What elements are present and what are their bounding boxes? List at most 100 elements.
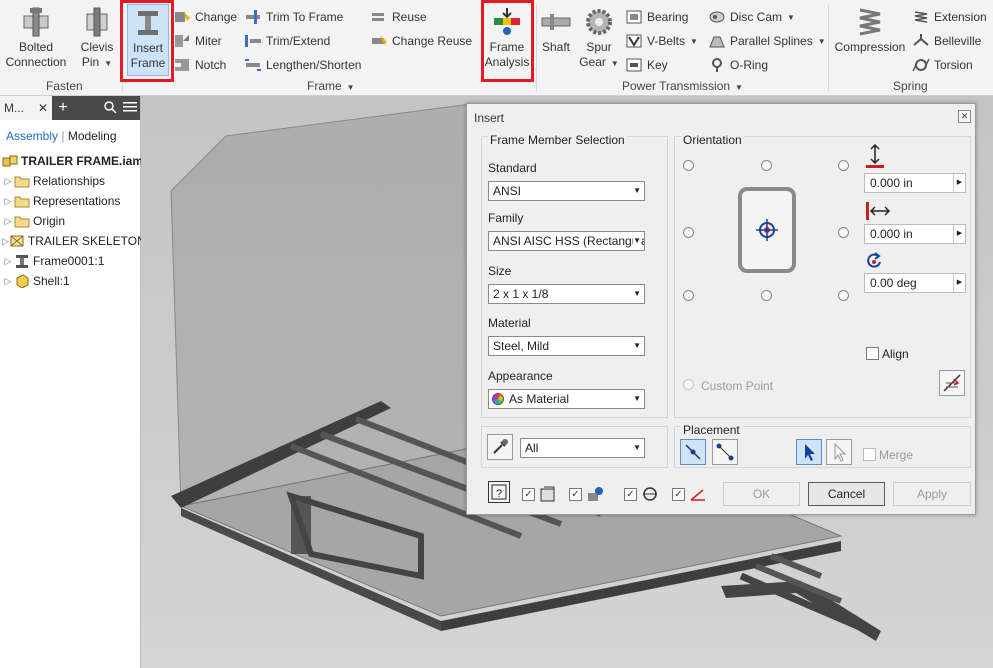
torsion-spring-icon (912, 57, 930, 73)
merge-checkbox[interactable] (863, 448, 876, 461)
select-arrow-button[interactable] (796, 439, 822, 465)
oring-button[interactable]: O-Ring (708, 55, 768, 75)
mirror-profile-button[interactable] (939, 370, 965, 396)
parallel-splines-label: Parallel Splines (730, 34, 813, 48)
tree-item-relationships[interactable]: ▷ Relationships (2, 171, 140, 191)
spinner-arrow-icon[interactable]: ▶ (953, 174, 965, 192)
tree-item-frame[interactable]: ▷ Frame0001:1 (2, 251, 140, 271)
belleville-spring-icon (912, 33, 930, 49)
material-select[interactable]: Steel, Mild ▼ (488, 336, 645, 356)
orientation-radio-bottom-right[interactable] (838, 290, 849, 301)
orientation-radio-top-left[interactable] (683, 160, 694, 171)
belleville-label: Belleville (934, 34, 982, 48)
trim-to-frame-label: Trim To Frame (266, 10, 344, 24)
ok-button[interactable]: OK (723, 482, 800, 506)
appearance-select[interactable]: As Material ▼ (488, 389, 645, 409)
tree-item-label: Frame0001:1 (33, 254, 105, 268)
compression-button[interactable]: Compression (832, 6, 908, 55)
disc-cam-label: Disc Cam (730, 10, 783, 24)
trim-extend-icon (244, 33, 262, 49)
clevis-pin-button[interactable]: Clevis Pin ▼ (72, 6, 122, 71)
apply-button[interactable]: Apply (893, 482, 971, 506)
spinner-arrow-icon[interactable]: ▶ (953, 274, 965, 292)
tree-item-representations[interactable]: ▷ Representations (2, 191, 140, 211)
tree-item-skeleton[interactable]: ▷ TRAILER SKELETON: (2, 231, 149, 251)
selection-filter-select[interactable]: All ▼ (520, 438, 645, 458)
change-reuse-button[interactable]: Change Reuse (370, 31, 472, 51)
clevis-pin-icon (81, 6, 113, 38)
bolted-connection-button[interactable]: Bolted Connection (4, 6, 68, 70)
orientation-radio-bottom-center[interactable] (761, 290, 772, 301)
chevron-down-icon: ▼ (633, 232, 641, 250)
parallel-splines-icon (708, 33, 726, 49)
trim-to-frame-button[interactable]: Trim To Frame (244, 7, 343, 27)
compression-label: Compression (834, 40, 906, 54)
trim-extend-label: Trim/Extend (266, 34, 331, 48)
close-icon[interactable]: ✕ (38, 101, 48, 115)
parallel-splines-button[interactable]: Parallel Splines ▼ (708, 31, 826, 51)
orientation-radio-mid-left[interactable] (683, 227, 694, 238)
dialog-close-button[interactable]: ✕ (958, 110, 971, 123)
align-checkbox[interactable] (866, 347, 879, 360)
tree-root[interactable]: TRAILER FRAME.iam (2, 151, 143, 171)
vbelts-button[interactable]: V-Belts ▼ (625, 31, 698, 51)
shaft-button[interactable]: Shaft (538, 6, 574, 55)
option-checkbox-3[interactable]: ✓ (624, 488, 637, 501)
edge-placement-button[interactable] (680, 439, 706, 465)
points-placement-button[interactable] (712, 439, 738, 465)
expand-icon[interactable]: ▷ (2, 196, 14, 207)
select-arrow-secondary-button[interactable] (826, 439, 852, 465)
bearing-button[interactable]: Bearing (625, 7, 688, 27)
expand-icon[interactable]: ▷ (2, 176, 14, 187)
tree-item-origin[interactable]: ▷ Origin (2, 211, 140, 231)
horizontal-offset-field[interactable]: 0.000 in ▶ (864, 224, 966, 244)
family-select[interactable]: ANSI AISC HSS (Rectangula ▼ (488, 231, 645, 251)
expand-icon[interactable]: ▷ (2, 256, 14, 267)
rotation-field[interactable]: 0.00 deg ▶ (864, 273, 966, 293)
option-checkbox-1[interactable]: ✓ (522, 488, 535, 501)
select-eyedropper-button[interactable] (487, 434, 513, 460)
key-button[interactable]: Key (625, 55, 668, 75)
rotation-icon (865, 251, 883, 272)
option-checkbox-2[interactable]: ✓ (569, 488, 582, 501)
vertical-offset-field[interactable]: 0.000 in ▶ (864, 173, 966, 193)
miter-button[interactable]: Miter (173, 31, 222, 51)
change-button[interactable]: Change (173, 7, 237, 27)
hamburger-menu-icon[interactable] (120, 101, 140, 116)
cancel-button[interactable]: Cancel (808, 482, 885, 506)
notch-button[interactable]: Notch (173, 55, 226, 75)
belleville-button[interactable]: Belleville (912, 31, 981, 51)
spinner-arrow-icon[interactable]: ▶ (953, 225, 965, 243)
expand-icon[interactable]: ▷ (2, 216, 14, 227)
browser-tab[interactable]: M... ✕ (0, 96, 52, 120)
orientation-radio-mid-right[interactable] (838, 227, 849, 238)
orientation-radio-top-center[interactable] (761, 160, 772, 171)
option-checkbox-4[interactable]: ✓ (672, 488, 685, 501)
extension-button[interactable]: Extension (912, 7, 987, 27)
tree-item-shell[interactable]: ▷ Shell:1 (2, 271, 140, 291)
search-icon[interactable] (100, 100, 120, 117)
help-button[interactable]: ? (488, 481, 510, 503)
torsion-button[interactable]: Torsion (912, 55, 973, 75)
spur-gear-button[interactable]: Spur Gear ▼ (578, 6, 620, 71)
expand-icon[interactable]: ▷ (2, 236, 9, 247)
lengthen-shorten-icon (244, 57, 262, 73)
standard-select[interactable]: ANSI ▼ (488, 181, 645, 201)
clevis-label-2: Pin ▼ (81, 55, 113, 69)
frame-member-heading: Frame Member Selection (488, 133, 627, 147)
custom-point-radio[interactable] (683, 379, 694, 390)
frame-analysis-highlight (481, 0, 534, 82)
tab-modeling[interactable]: Modeling (68, 129, 117, 143)
horizontal-offset-value: 0.000 in (870, 227, 913, 241)
expand-icon[interactable]: ▷ (2, 276, 14, 287)
reuse-button[interactable]: Reuse (370, 7, 427, 27)
tab-assembly[interactable]: Assembly (6, 129, 58, 143)
orientation-radio-top-right[interactable] (838, 160, 849, 171)
orientation-radio-bottom-left[interactable] (683, 290, 694, 301)
size-select[interactable]: 2 x 1 x 1/8 ▼ (488, 284, 645, 304)
model-browser: M... ✕ + Assembly | Modeling TRAILER FRA… (0, 96, 149, 668)
add-tab-icon[interactable]: + (52, 99, 74, 117)
trim-extend-button[interactable]: Trim/Extend (244, 31, 330, 51)
disc-cam-button[interactable]: Disc Cam ▼ (708, 7, 795, 27)
lengthen-shorten-button[interactable]: Lengthen/Shorten (244, 55, 361, 75)
